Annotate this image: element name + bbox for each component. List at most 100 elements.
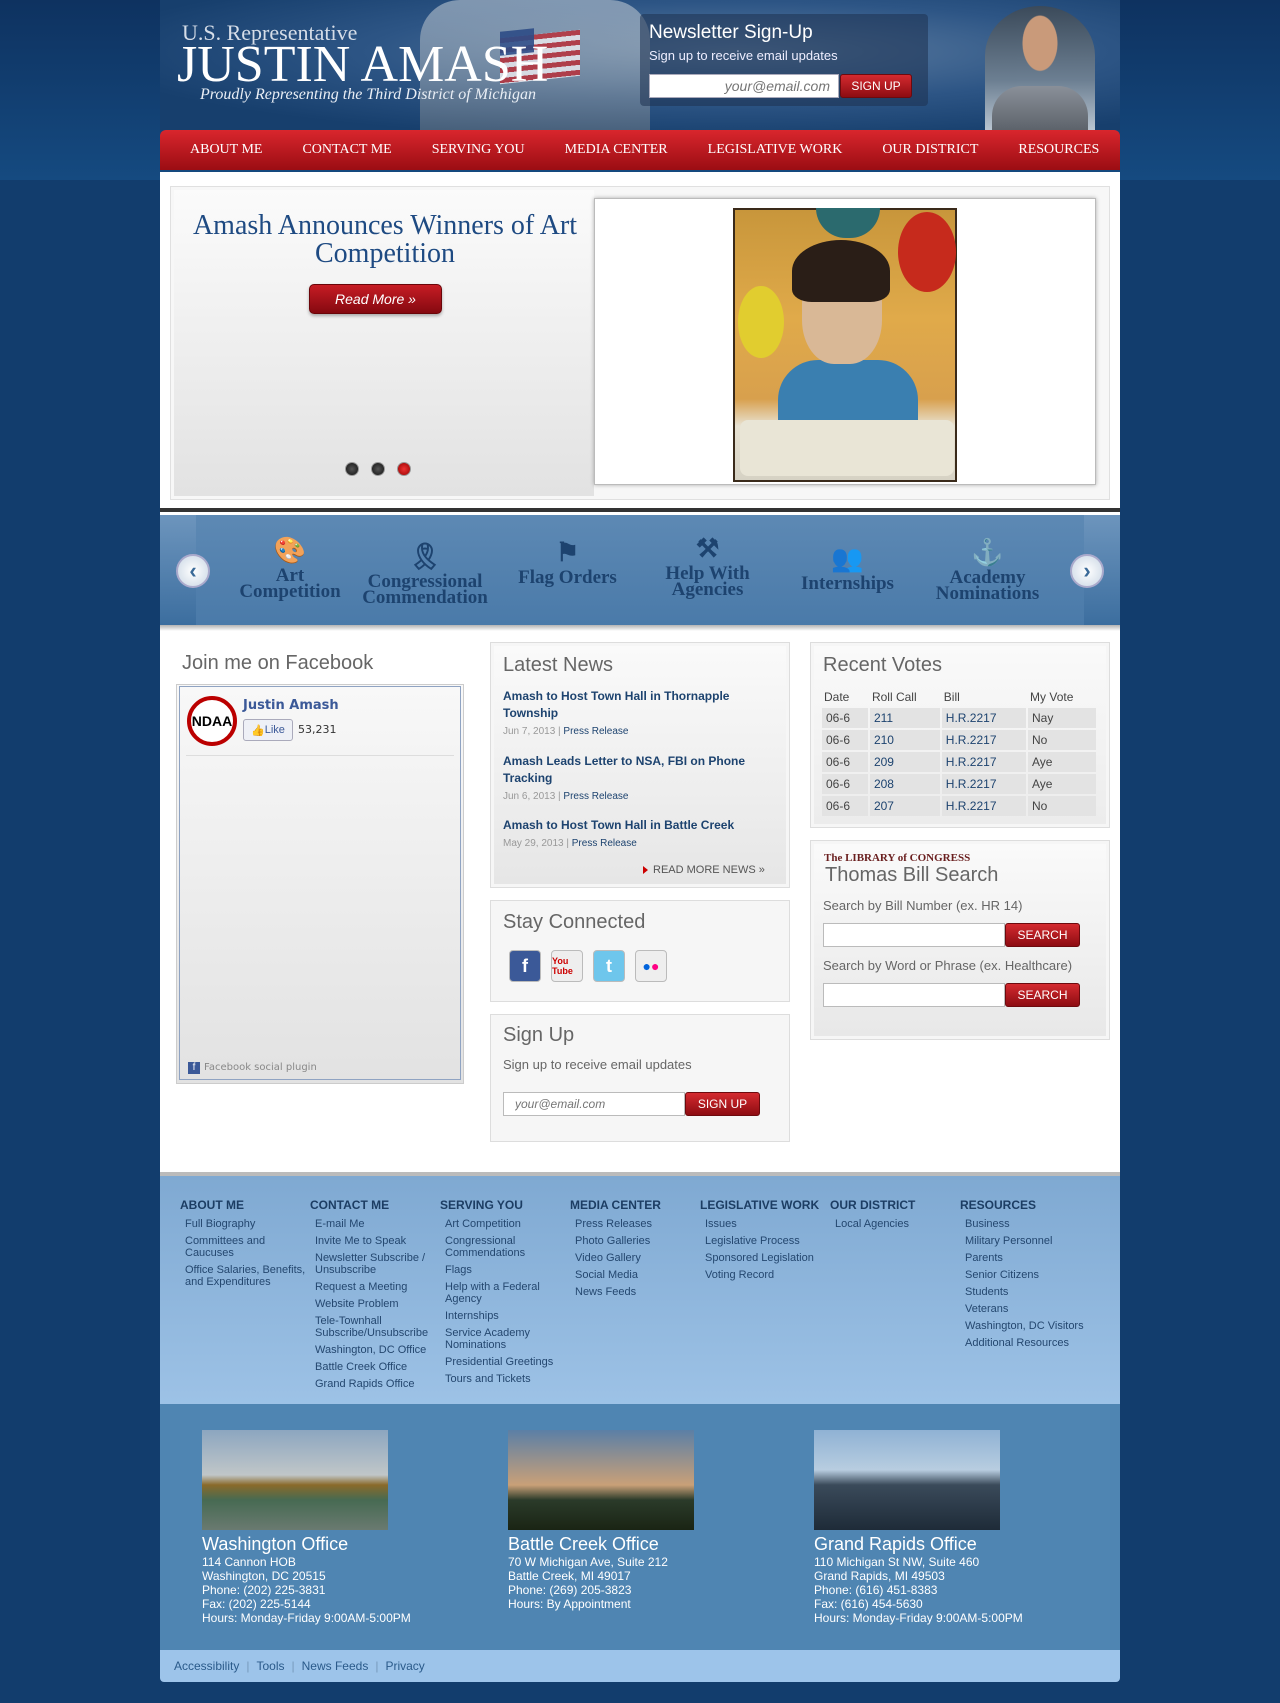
- accessibility-link[interactable]: Accessibility: [174, 1659, 239, 1673]
- ndaa-avatar[interactable]: NDAA: [187, 696, 237, 746]
- facebook-page-name[interactable]: Justin Amash: [243, 698, 339, 713]
- footer-link[interactable]: Invite Me to Speak: [315, 1235, 440, 1247]
- slider-dot-2[interactable]: [371, 462, 385, 476]
- footer-link[interactable]: Internships: [445, 1310, 570, 1322]
- footer-link[interactable]: Veterans: [965, 1303, 1090, 1315]
- vote-bill-link[interactable]: H.R.2217: [941, 774, 1027, 794]
- footer-link[interactable]: Newsletter Subscribe / Unsubscribe: [315, 1252, 440, 1276]
- footer-link[interactable]: Business: [965, 1218, 1090, 1230]
- vote-bill-link[interactable]: H.R.2217: [941, 730, 1027, 750]
- footer-link[interactable]: Office Salaries, Benefits, and Expenditu…: [185, 1264, 310, 1288]
- footer-link[interactable]: Washington, DC Visitors: [965, 1320, 1090, 1332]
- footer-link[interactable]: Tours and Tickets: [445, 1373, 570, 1385]
- service-help-with-agencies[interactable]: ⚒ Help With Agencies: [650, 534, 765, 599]
- footer-link[interactable]: Press Releases: [575, 1218, 700, 1230]
- youtube-icon[interactable]: You Tube: [551, 950, 583, 982]
- footer-link[interactable]: Sponsored Legislation: [705, 1252, 830, 1264]
- footer-link[interactable]: Video Gallery: [575, 1252, 700, 1264]
- slider-dot-1[interactable]: [345, 462, 359, 476]
- newsletter-email-input[interactable]: [649, 74, 839, 98]
- news-type-link[interactable]: Press Release: [572, 838, 637, 849]
- bill-number-input[interactable]: [823, 923, 1005, 947]
- footer-link[interactable]: E-mail Me: [315, 1218, 440, 1230]
- footer-link[interactable]: Local Agencies: [835, 1218, 960, 1230]
- footer-heading[interactable]: OUR DISTRICT: [830, 1198, 960, 1212]
- vote-bill-link[interactable]: H.R.2217: [941, 752, 1027, 772]
- footer-link[interactable]: Photo Galleries: [575, 1235, 700, 1247]
- vote-roll-call-link[interactable]: 207: [869, 796, 940, 816]
- footer-link[interactable]: Parents: [965, 1252, 1090, 1264]
- tools-link[interactable]: Tools: [256, 1659, 284, 1673]
- nav-serving-you[interactable]: SERVING YOU: [432, 142, 525, 158]
- service-flag-orders[interactable]: ⚑ Flag Orders: [510, 538, 625, 587]
- footer-link[interactable]: Legislative Process: [705, 1235, 830, 1247]
- vote-bill-link[interactable]: H.R.2217: [941, 796, 1027, 816]
- news-headline[interactable]: Amash to Host Town Hall in Battle Creek: [503, 817, 773, 834]
- news-headline[interactable]: Amash Leads Letter to NSA, FBI on Phone …: [503, 753, 773, 787]
- news-feeds-link[interactable]: News Feeds: [302, 1659, 369, 1673]
- footer-heading[interactable]: RESOURCES: [960, 1198, 1090, 1212]
- slide-title[interactable]: Amash Announces Winners of Art Competiti…: [190, 212, 580, 268]
- footer-link[interactable]: Request a Meeting: [315, 1281, 440, 1293]
- footer-link[interactable]: Full Biography: [185, 1218, 310, 1230]
- service-academy-nominations[interactable]: ⚓ Academy Nominations: [925, 538, 1050, 603]
- footer-link[interactable]: Committees and Caucuses: [185, 1235, 310, 1259]
- footer-link[interactable]: Presidential Greetings: [445, 1356, 570, 1368]
- footer-heading[interactable]: LEGISLATIVE WORK: [700, 1198, 830, 1212]
- footer-link[interactable]: Voting Record: [705, 1269, 830, 1281]
- footer-link[interactable]: News Feeds: [575, 1286, 700, 1298]
- footer-link[interactable]: Congressional Commendations: [445, 1235, 570, 1259]
- nav-contact-me[interactable]: CONTACT ME: [302, 142, 391, 158]
- read-more-button[interactable]: Read More »: [309, 284, 442, 314]
- footer-link[interactable]: Issues: [705, 1218, 830, 1230]
- nav-media-center[interactable]: MEDIA CENTER: [565, 142, 668, 158]
- footer-link[interactable]: Tele-Townhall Subscribe/Unsubscribe: [315, 1315, 440, 1339]
- word-phrase-search-button[interactable]: SEARCH: [1005, 983, 1080, 1007]
- news-type-link[interactable]: Press Release: [563, 726, 628, 737]
- footer-link[interactable]: Art Competition: [445, 1218, 570, 1230]
- footer-link[interactable]: Senior Citizens: [965, 1269, 1090, 1281]
- twitter-icon[interactable]: t: [593, 950, 625, 982]
- carousel-next-button[interactable]: ›: [1070, 554, 1104, 588]
- rep-name-logo[interactable]: JUSTIN AMASH: [177, 37, 548, 93]
- vote-roll-call-link[interactable]: 208: [869, 774, 940, 794]
- footer-link[interactable]: Additional Resources: [965, 1337, 1090, 1349]
- read-more-news-link[interactable]: READ MORE NEWS »: [653, 864, 765, 876]
- footer-heading[interactable]: MEDIA CENTER: [570, 1198, 700, 1212]
- slider-dot-3-active[interactable]: [397, 462, 411, 476]
- flickr-icon[interactable]: ● ●: [635, 950, 667, 982]
- news-headline[interactable]: Amash to Host Town Hall in Thornapple To…: [503, 688, 773, 722]
- footer-link[interactable]: Flags: [445, 1264, 570, 1276]
- bill-number-search-button[interactable]: SEARCH: [1005, 923, 1080, 947]
- nav-legislative-work[interactable]: LEGISLATIVE WORK: [708, 142, 843, 158]
- signup-email-input[interactable]: [503, 1092, 685, 1116]
- word-phrase-input[interactable]: [823, 983, 1005, 1007]
- nav-resources[interactable]: RESOURCES: [1018, 142, 1099, 158]
- footer-link[interactable]: Social Media: [575, 1269, 700, 1281]
- service-congressional-commendation[interactable]: 🎗 Congressional Commendation: [360, 542, 490, 607]
- footer-heading[interactable]: ABOUT ME: [180, 1198, 310, 1212]
- footer-link[interactable]: Washington, DC Office: [315, 1344, 440, 1356]
- privacy-link[interactable]: Privacy: [385, 1659, 424, 1673]
- footer-link[interactable]: Grand Rapids Office: [315, 1378, 440, 1390]
- nav-about-me[interactable]: ABOUT ME: [190, 142, 262, 158]
- footer-link[interactable]: Service Academy Nominations: [445, 1327, 570, 1351]
- footer-link[interactable]: Website Problem: [315, 1298, 440, 1310]
- service-art-competition[interactable]: 🎨 Art Competition: [230, 536, 350, 601]
- facebook-like-button[interactable]: 👍 Like: [243, 719, 293, 741]
- footer-heading[interactable]: SERVING YOU: [440, 1198, 570, 1212]
- vote-bill-link[interactable]: H.R.2217: [941, 708, 1027, 728]
- news-type-link[interactable]: Press Release: [563, 791, 628, 802]
- vote-roll-call-link[interactable]: 211: [869, 708, 940, 728]
- facebook-plugin-label[interactable]: Facebook social plugin: [204, 1062, 317, 1073]
- vote-roll-call-link[interactable]: 210: [869, 730, 940, 750]
- service-internships[interactable]: 👥 Internships: [790, 544, 905, 593]
- vote-roll-call-link[interactable]: 209: [869, 752, 940, 772]
- nav-our-district[interactable]: OUR DISTRICT: [882, 142, 978, 158]
- footer-link[interactable]: Help with a Federal Agency: [445, 1281, 570, 1305]
- footer-heading[interactable]: CONTACT ME: [310, 1198, 440, 1212]
- carousel-prev-button[interactable]: ‹: [176, 554, 210, 588]
- footer-link[interactable]: Military Personnel: [965, 1235, 1090, 1247]
- newsletter-signup-button[interactable]: SIGN UP: [840, 74, 912, 98]
- footer-link[interactable]: Students: [965, 1286, 1090, 1298]
